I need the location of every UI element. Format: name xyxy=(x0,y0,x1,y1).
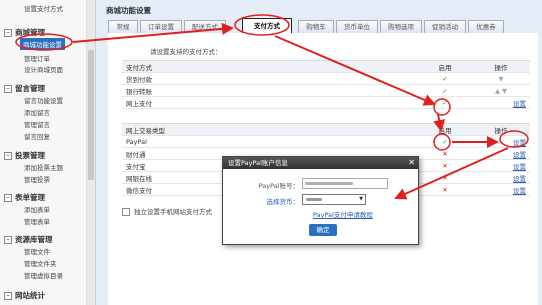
sidebar-item-add-vote[interactable]: 添加投票主题 xyxy=(24,162,63,172)
dialog-title: 设置PayPal账户信息 xyxy=(223,157,418,169)
collapse-icon[interactable]: − xyxy=(4,292,12,300)
checkbox-label: 独立设置手机网站支付方式 xyxy=(134,208,212,216)
currency-label: 选择货币： xyxy=(266,198,300,206)
tab-coupons[interactable]: 优惠券 xyxy=(468,20,504,33)
sidebar-item-design-pages[interactable]: 设计商城页面 xyxy=(24,64,63,74)
column-header: 操作 xyxy=(472,60,530,73)
check-icon[interactable]: ✓ xyxy=(442,87,447,95)
tab-general[interactable]: 常规 xyxy=(108,20,138,33)
sidebar-item-add-message[interactable]: 添加留言 xyxy=(24,107,50,117)
collapse-icon[interactable]: − xyxy=(4,236,12,244)
column-header: 启用 xyxy=(418,60,472,73)
table-row: 网上支付 ✓ 设置 xyxy=(122,96,530,109)
sidebar-item-manage-files[interactable]: 管理文件 xyxy=(24,246,50,256)
redacted-value xyxy=(305,182,353,185)
main-panel: 商城功能设置 常规 订单设置 配送方式 支付方式 购物车 货币单位 购物选项 促… xyxy=(96,0,542,305)
tab-currency[interactable]: 货币单位 xyxy=(336,20,378,33)
page-title: 商城功能设置 xyxy=(106,6,151,15)
sidebar-item-add-form[interactable]: 添加表单 xyxy=(24,204,50,214)
scrollbar-thumb[interactable] xyxy=(88,50,94,180)
sidebar-top-item[interactable]: 设置支付方式 xyxy=(24,3,63,13)
sidebar-group-forms[interactable]: − 表单管理 xyxy=(4,192,45,203)
tab-promotions[interactable]: 促销活动 xyxy=(424,20,466,33)
settings-link[interactable]: 设置 xyxy=(513,175,526,183)
move-down-icon[interactable]: ▼ xyxy=(502,87,507,95)
tab-payment[interactable]: 支付方式 xyxy=(242,18,292,34)
cross-icon[interactable]: ✕ xyxy=(442,162,447,170)
cross-icon[interactable]: ✕ xyxy=(442,174,447,182)
sidebar-item-manage-folders[interactable]: 管理文件夹 xyxy=(24,258,57,268)
move-down-icon[interactable]: ▼ xyxy=(499,75,504,83)
table-header: 支付方式 启用 操作 xyxy=(122,60,530,73)
column-header: 支付方式 xyxy=(122,60,418,73)
checkbox[interactable] xyxy=(122,208,130,216)
paypal-tutorial-link[interactable]: PayPal支付申请教程 xyxy=(313,209,373,219)
sidebar-group-label: 投票管理 xyxy=(15,151,45,160)
check-icon[interactable]: ✓ xyxy=(442,138,447,146)
sidebar-item-message-reply[interactable]: 留言回复 xyxy=(24,131,50,141)
tab-order-settings[interactable]: 订单设置 xyxy=(140,20,182,33)
collapse-icon[interactable]: − xyxy=(4,152,12,160)
sidebar-group-label: 资源库管理 xyxy=(15,235,53,244)
move-up-icon[interactable]: ▲ xyxy=(495,87,500,95)
sidebar-group-label: 留言管理 xyxy=(15,84,45,93)
sidebar-group-votes[interactable]: − 投票管理 xyxy=(4,150,45,161)
table-row: 银行转账 ✓ ▲ ▼ xyxy=(122,84,530,97)
sidebar-group-label: 商城管理 xyxy=(15,28,45,37)
settings-link[interactable]: 设置 xyxy=(513,163,526,171)
paypal-account-label: PayPal账号： xyxy=(258,182,299,190)
settings-link[interactable]: 设置 xyxy=(513,151,526,159)
sidebar: 设置支付方式 − 商城管理 商城功能设置 管理订单 设计商城页面 − 留言管理 留言… xyxy=(0,0,87,305)
payment-prompt: 请设置支持的支付方式： xyxy=(150,48,222,56)
sidebar-item-manage-messages[interactable]: 管理留言 xyxy=(24,119,50,129)
sidebar-group-mall[interactable]: − 商城管理 xyxy=(4,27,45,38)
sidebar-item-message-settings[interactable]: 留言功能设置 xyxy=(24,95,63,105)
paypal-account-input[interactable] xyxy=(302,178,388,189)
paypal-dialog: 设置PayPal账户信息 ✕ PayPal账号： 选择货币： ▼ PayPal支… xyxy=(222,156,419,245)
tab-shipping[interactable]: 配送方式 xyxy=(184,20,226,33)
mobile-payment-option[interactable]: 独立设置手机网站支付方式 xyxy=(122,206,212,216)
sidebar-item-orders[interactable]: 管理订单 xyxy=(24,53,50,63)
tab-cart[interactable]: 购物车 xyxy=(298,20,334,33)
ok-button[interactable]: 确定 xyxy=(309,224,337,236)
sidebar-item-mall-settings[interactable]: 商城功能设置 xyxy=(20,38,65,50)
sidebar-scrollbar[interactable] xyxy=(87,0,96,305)
sidebar-group-label: 网站统计 xyxy=(15,291,45,300)
table-row: PayPal ✓ 设置 xyxy=(122,135,530,148)
tab-bar: 常规 订单设置 配送方式 支付方式 购物车 货币单位 购物选项 促销活动 优惠券 xyxy=(108,18,538,34)
close-icon[interactable]: ✕ xyxy=(408,158,415,168)
collapse-icon[interactable]: − xyxy=(4,194,12,202)
chevron-down-icon[interactable]: ▼ xyxy=(359,195,363,204)
sidebar-item-manage-forms[interactable]: 管理表单 xyxy=(24,216,50,226)
collapse-icon[interactable]: − xyxy=(4,29,12,37)
payment-name: 银行转账 xyxy=(122,84,418,97)
collapse-icon[interactable]: − xyxy=(4,85,12,93)
payment-name: PayPal xyxy=(122,135,418,148)
sidebar-group-messages[interactable]: − 留言管理 xyxy=(4,83,45,94)
table-row: 货到付款 ✓ ▼ xyxy=(122,72,530,85)
paypal-settings-link[interactable]: 设置 xyxy=(513,139,526,147)
payment-name: 货到付款 xyxy=(122,72,418,85)
check-icon[interactable]: ✓ xyxy=(442,75,447,83)
redacted-value xyxy=(306,198,322,201)
sidebar-group-resources[interactable]: − 资源库管理 xyxy=(4,234,53,245)
tab-shopping-options[interactable]: 购物选项 xyxy=(380,20,422,33)
column-header: 操作 xyxy=(472,123,530,136)
currency-select[interactable]: ▼ xyxy=(302,194,366,205)
column-header: 网上交易类型 xyxy=(122,123,418,136)
column-header: 启用 xyxy=(418,123,472,136)
payment-name: 网上支付 xyxy=(122,96,418,109)
sidebar-item-virtual-dirs[interactable]: 管理虚拟目录 xyxy=(24,270,63,280)
cross-icon[interactable]: ✕ xyxy=(442,150,447,158)
sidebar-group-stats[interactable]: − 网站统计 xyxy=(4,290,45,301)
sidebar-item-manage-votes[interactable]: 管理投票 xyxy=(24,174,50,184)
table-header: 网上交易类型 启用 操作 xyxy=(122,123,530,136)
settings-link[interactable]: 设置 xyxy=(513,187,526,195)
check-icon[interactable]: ✓ xyxy=(442,99,447,107)
offline-payment-table: 支付方式 启用 操作 货到付款 ✓ ▼ 银行转账 ✓ ▲ ▼ 网上支付 ✓ 设置 xyxy=(122,60,530,109)
sidebar-group-label: 表单管理 xyxy=(15,193,45,202)
cross-icon[interactable]: ✕ xyxy=(442,186,447,194)
settings-link[interactable]: 设置 xyxy=(513,100,526,108)
